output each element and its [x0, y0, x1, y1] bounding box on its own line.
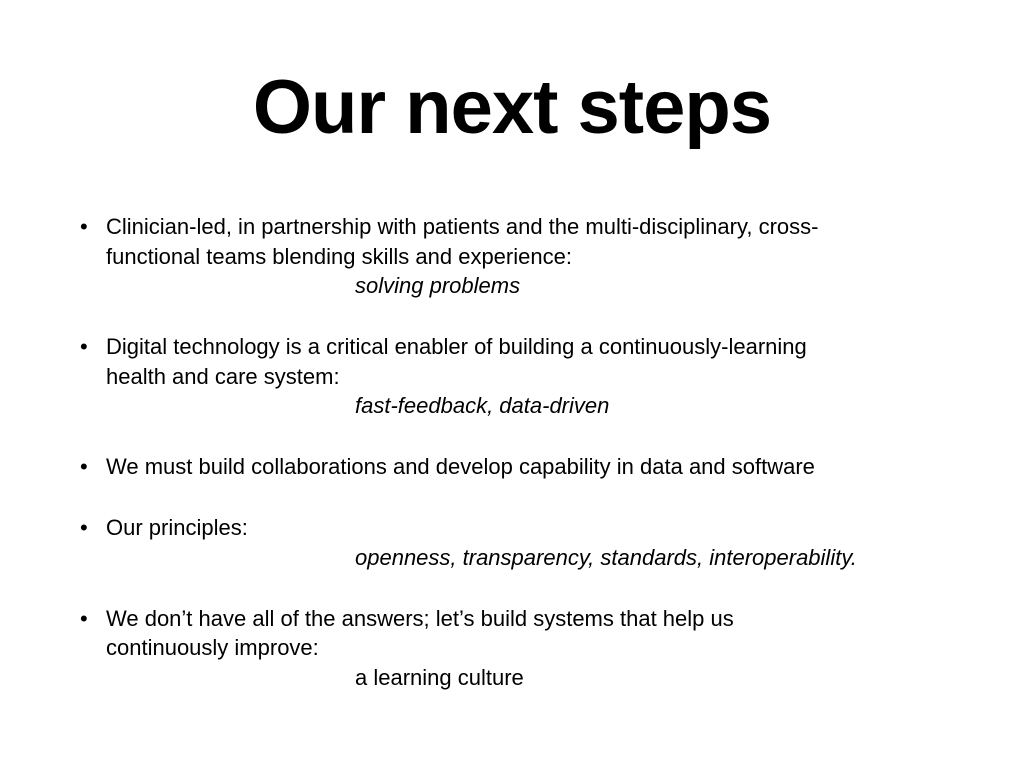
- bullet-subtext: solving problems: [355, 273, 521, 298]
- bullet-item-answers: We don’t have all of the answers; let’s …: [80, 604, 936, 693]
- bullet-text-line: We don’t have all of the answers; let’s …: [106, 605, 734, 631]
- bullet-text-line: Clinician-led, in partnership with patie…: [106, 214, 819, 239]
- bullet-item-principles: Our principles: openness, transparency, …: [80, 513, 936, 572]
- bullet-subtext: openness, transparency, standards, inter…: [355, 544, 857, 570]
- slide: Our next steps Clinician-led, in partner…: [0, 0, 1024, 768]
- bullet-list: Clinician-led, in partnership with patie…: [80, 212, 936, 724]
- bullet-text-line: Digital technology is a critical enabler…: [106, 334, 807, 359]
- bullet-text-line: continuously improve:: [106, 635, 319, 660]
- bullet-text-line: health and care system:: [106, 363, 340, 389]
- bullet-text-line: functional teams blending skills and exp…: [106, 243, 572, 269]
- bullet-item-collaborations: We must build collaborations and develop…: [80, 452, 936, 482]
- bullet-text-line: We must build collaborations and develop…: [106, 454, 815, 479]
- bullet-item-digital-technology: Digital technology is a critical enabler…: [80, 332, 936, 421]
- bullet-subtext: a learning culture: [355, 664, 524, 690]
- bullet-subtext: fast-feedback, data-driven: [355, 393, 610, 418]
- bullet-item-clinician-led: Clinician-led, in partnership with patie…: [80, 212, 936, 301]
- bullet-text-line: Our principles:: [106, 515, 248, 540]
- slide-title: Our next steps: [252, 65, 772, 150]
